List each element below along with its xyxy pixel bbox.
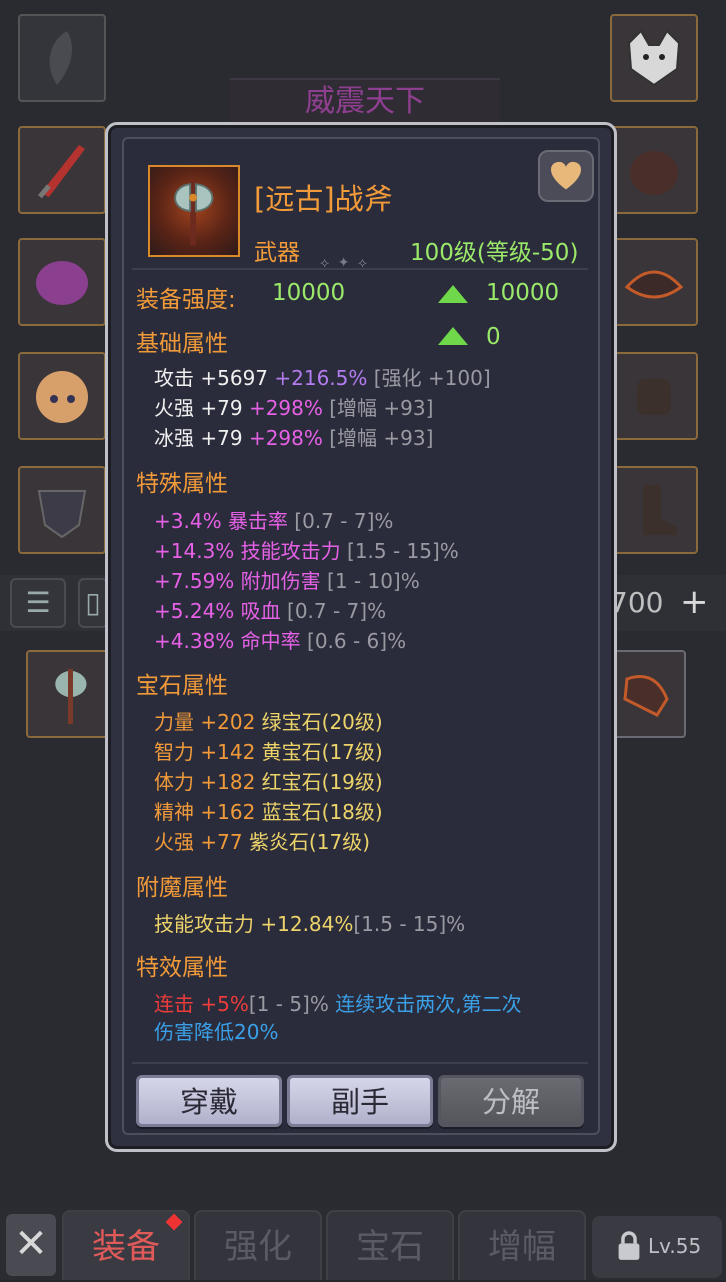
effect-section-title: 特效属性: [136, 955, 228, 981]
list-icon: ☰: [25, 586, 51, 619]
helmet-icon: [630, 151, 678, 195]
special-attr-line: +4.38% 命中率 [0.6 - 6]%: [154, 629, 407, 653]
item-name: [远古]战斧: [254, 182, 393, 216]
strength-value: 10000: [272, 280, 346, 306]
tab-locked[interactable]: Lv.55: [592, 1216, 722, 1278]
boot-icon: [623, 675, 669, 717]
item-type: 武器: [254, 240, 300, 266]
equipment-slot-gloves[interactable]: [610, 352, 698, 440]
list-view-button[interactable]: ☰: [10, 578, 66, 628]
close-button[interactable]: ✕: [6, 1214, 56, 1276]
base-up-value: 0: [486, 324, 501, 350]
equipment-slot-helmet[interactable]: [610, 126, 698, 214]
enchant-section-title: 附魔属性: [136, 875, 228, 901]
tab-enhance[interactable]: 强化: [194, 1210, 322, 1280]
gem-attr-line: 智力 +142 黄宝石(17级): [154, 740, 383, 764]
add-gold-button[interactable]: +: [680, 582, 709, 622]
inventory-slot-axe[interactable]: [26, 650, 114, 738]
hair-icon: [36, 261, 88, 305]
gem-attr-line: 精神 +162 蓝宝石(18级): [154, 800, 383, 824]
strength-label: 装备强度:: [136, 287, 236, 313]
equipment-slot-boots[interactable]: [610, 466, 698, 554]
gold-count: 700: [610, 586, 664, 619]
axe-icon: [55, 669, 87, 724]
offhand-button[interactable]: 副手: [287, 1075, 433, 1127]
special-attr-line: +7.59% 附加伤害 [1 - 10]%: [154, 569, 420, 593]
heart-icon: [551, 161, 581, 190]
special-attr-line: +14.3% 技能攻击力 [1.5 - 15]%: [154, 539, 459, 563]
equipment-slot-hair[interactable]: [18, 238, 106, 326]
base-attr-line: 攻击 +5697 +216.5% [强化 +100]: [154, 366, 491, 390]
gem-attr-line: 火强 +77 紫炎石(17级): [154, 830, 370, 854]
feather-icon: [49, 31, 72, 85]
base-attr-line: 冰强 +79 +298% [增幅 +93]: [154, 426, 434, 450]
divider: [132, 1062, 588, 1064]
gem-attr-line: 体力 +182 红宝石(19级): [154, 770, 383, 794]
special-section-title: 特殊属性: [136, 471, 228, 497]
gem-section-title: 宝石属性: [136, 673, 228, 699]
equipment-slot-empty[interactable]: [18, 14, 106, 102]
wolf-icon: [627, 29, 681, 87]
base-section-title: 基础属性: [136, 331, 228, 357]
strength-up-value: 10000: [486, 280, 560, 306]
up-arrow-icon: [438, 285, 468, 303]
dismantle-button[interactable]: 分解: [438, 1075, 584, 1127]
special-attr-line: +5.24% 吸血 [0.7 - 7]%: [154, 599, 387, 623]
gloves-icon: [637, 379, 671, 415]
lock-level-label: Lv.55: [648, 1234, 702, 1258]
base-attr-line: 火强 +79 +298% [增幅 +93]: [154, 396, 434, 420]
trash-button[interactable]: ▯: [78, 578, 108, 628]
equipment-slot-armor[interactable]: [18, 466, 106, 554]
gem-attr-line: 力量 +202 绿宝石(20级): [154, 710, 383, 734]
sword-icon: [37, 145, 85, 199]
effect-attr-line: 连击 +5%[1 - 5]% 连续攻击两次,第二次: [154, 992, 522, 1016]
battle-axe-icon: [174, 180, 214, 246]
favorite-button[interactable]: [538, 150, 594, 202]
face-icon: [36, 371, 88, 423]
tab-gem[interactable]: 宝石: [326, 1210, 454, 1280]
enchant-attr-line: 技能攻击力 +12.84%[1.5 - 15]%: [154, 912, 466, 936]
equipment-slot-belt[interactable]: [610, 238, 698, 326]
equipment-slot-pet[interactable]: [610, 14, 698, 102]
belt-icon: [624, 270, 684, 299]
equipment-slot-face[interactable]: [18, 352, 106, 440]
equipment-slot-weapon[interactable]: [18, 126, 106, 214]
boots-icon: [643, 485, 677, 535]
effect-desc-line: 伤害降低20%: [154, 1020, 279, 1044]
armor-icon: [37, 490, 87, 539]
trash-icon: ▯: [85, 586, 101, 619]
lock-icon: [618, 1231, 640, 1260]
item-level: 100级(等级-50): [410, 240, 579, 266]
tab-amplify[interactable]: 增幅: [458, 1210, 586, 1280]
up-arrow-icon: [438, 327, 468, 345]
item-icon-frame: [148, 165, 240, 257]
equip-button[interactable]: 穿戴: [136, 1075, 282, 1127]
banner-title: 威震天下: [230, 78, 500, 126]
special-attr-line: +3.4% 暴击率 [0.7 - 7]%: [154, 509, 394, 533]
close-icon: ✕: [14, 1221, 48, 1267]
divider: [132, 268, 588, 270]
